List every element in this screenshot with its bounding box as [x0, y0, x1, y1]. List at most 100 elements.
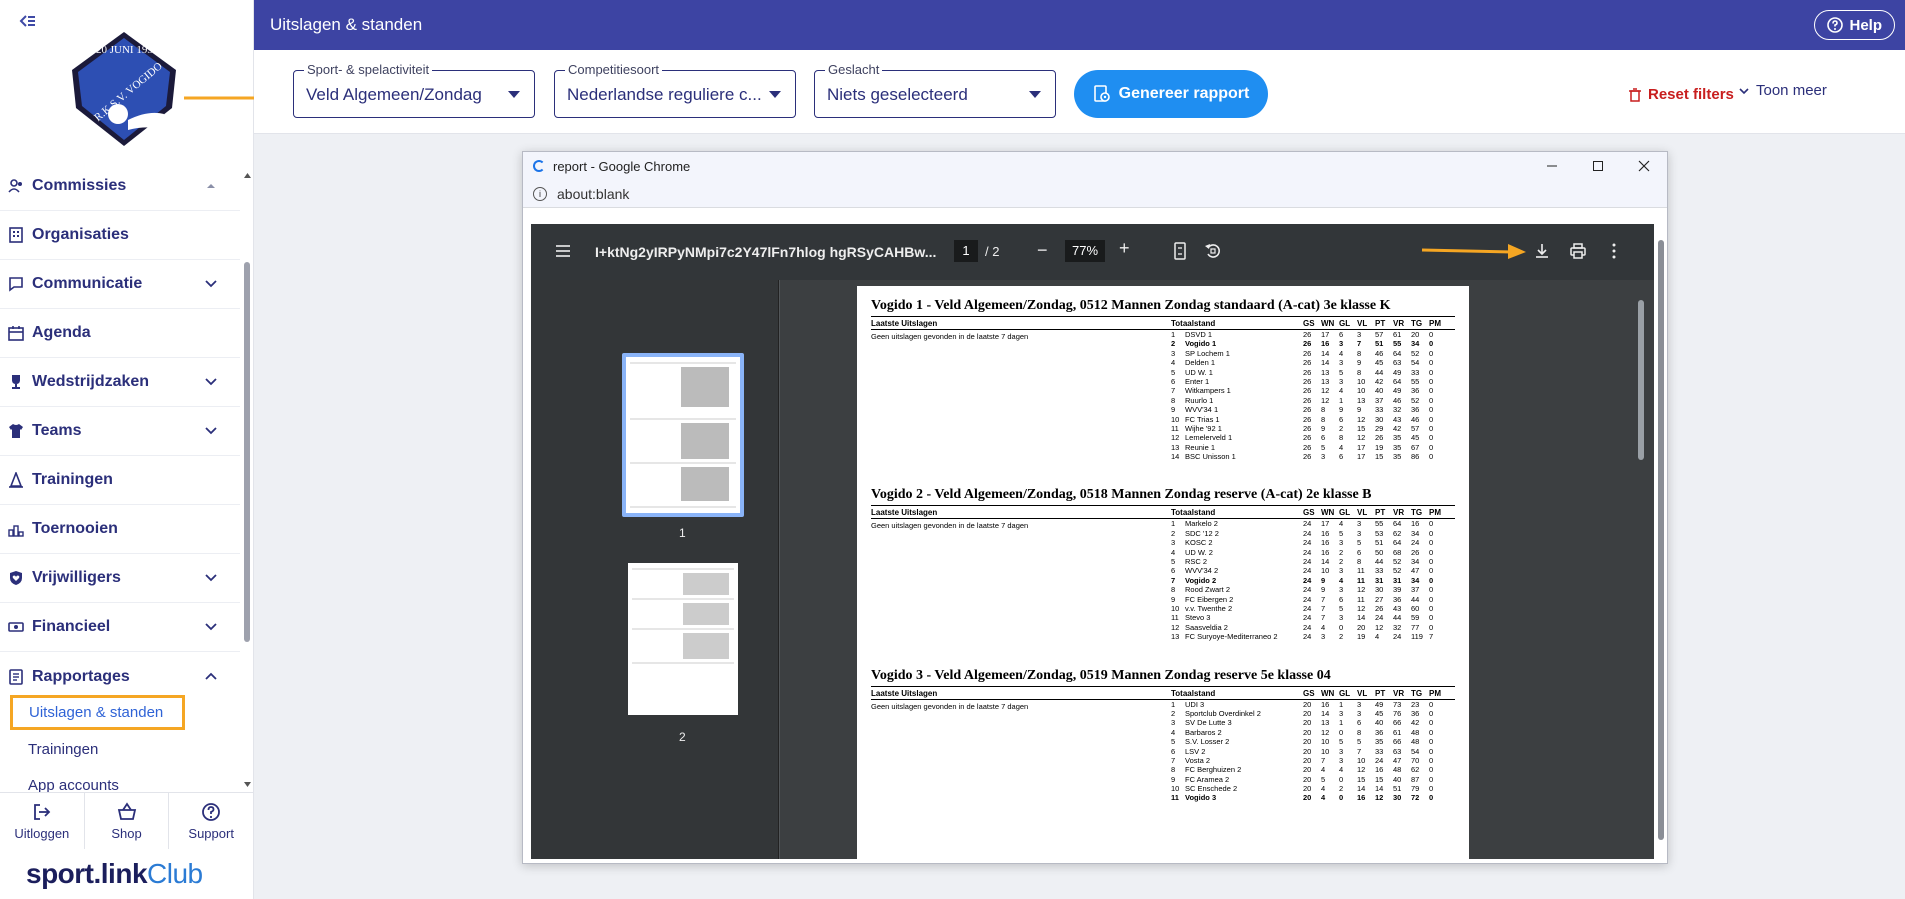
no-results-text: Geen uitslagen gevonden in de laatste 7 …: [871, 332, 1029, 341]
report-section-header: Laatste Uitslagen Totaalstand GS WN GL VL PT VR…: [871, 508, 1455, 520]
sidebar-item-vrijwilligers[interactable]: Vrijwilligers: [0, 554, 240, 603]
sidebar-item-rapportages[interactable]: Rapportages: [0, 652, 240, 701]
trash-icon: [1629, 87, 1641, 102]
window-scroll-thumb[interactable]: [1658, 240, 1664, 840]
sidebar-subitem-uitslagen-standen[interactable]: Uitslagen & standen: [10, 695, 185, 730]
more-vertical-icon[interactable]: [1605, 242, 1623, 260]
stat-cell: 17: [1357, 452, 1366, 462]
sidebar-item-trainingen[interactable]: Trainingen: [0, 456, 240, 505]
column-header: WN: [1321, 688, 1335, 698]
generate-report-button[interactable]: Genereer rapport: [1074, 70, 1268, 118]
pdf-viewer: I+ktNg2yIRPyNMpi7c2Y47lFn7hlog hgRSyCAHB…: [531, 224, 1654, 859]
stat-cell: 13: [1321, 367, 1330, 377]
standings-row: 12 Saasveldia 2 24 4 0 20 12 32 77 0: [1171, 623, 1455, 632]
column-header: VL: [1357, 319, 1368, 328]
page-total: / 2: [985, 244, 1000, 259]
stat-cell: 24: [1303, 613, 1312, 623]
standings-row: 1 Markelo 2 24 17 4 3 55 64 16 0: [1171, 519, 1455, 528]
stat-cell: 0: [1339, 774, 1344, 784]
pdf-page: Vogido 1 - Veld Algemeen/Zondag, 0512 Ma…: [857, 286, 1469, 859]
stat-cell: 0: [1429, 405, 1434, 415]
stat-cell: 14: [1321, 348, 1330, 358]
geslacht-select[interactable]: Geslacht Niets geselecteerd: [814, 62, 1056, 118]
stat-cell: 0: [1429, 793, 1434, 803]
rotate-icon[interactable]: [1204, 242, 1222, 260]
stat-cell: 4: [1339, 348, 1344, 358]
close-window-button[interactable]: [1621, 152, 1667, 180]
window-title-bar[interactable]: report - Google Chrome: [523, 152, 1667, 180]
total-standings-header: Totaalstand: [1171, 319, 1216, 328]
stat-cell: 66: [1393, 718, 1402, 728]
chevron-down-icon: [1739, 87, 1749, 94]
team-cell: SV De Lutte 3: [1185, 718, 1232, 728]
stat-cell: 46: [1375, 348, 1384, 358]
collapse-sidebar-icon[interactable]: [18, 12, 40, 34]
stat-cell: 24: [1303, 575, 1312, 585]
position-cell: 3: [1171, 538, 1176, 548]
sidebar-item-commissies[interactable]: Commissies: [0, 162, 240, 211]
sidebar-subitem-trainingen[interactable]: Trainingen: [0, 731, 98, 767]
sidebar-item-organisaties[interactable]: Organisaties: [0, 211, 240, 260]
stat-cell: 0: [1429, 547, 1434, 557]
pdf-scroll-thumb[interactable]: [1638, 300, 1644, 460]
stat-cell: 40: [1375, 386, 1384, 396]
page-thumbnail-1[interactable]: [626, 357, 740, 513]
standings-row: 12 Lemelerveld 1 26 6 8 12 26 35 45 0: [1171, 433, 1455, 442]
competitie-select[interactable]: Competitiesoort Nederlandse reguliere c.…: [554, 62, 796, 118]
zoom-out-button[interactable]: −: [1037, 240, 1048, 261]
geslacht-select-label: Geslacht: [825, 62, 883, 77]
shop-button[interactable]: Shop: [85, 793, 170, 849]
sidebar-item-financieel[interactable]: Financieel: [0, 603, 240, 652]
basket-icon: [117, 801, 136, 820]
maximize-button[interactable]: [1575, 152, 1621, 180]
show-more-label: Toon meer: [1756, 82, 1827, 99]
page-number-input[interactable]: 1: [954, 240, 978, 262]
zoom-in-button[interactable]: +: [1119, 238, 1130, 259]
sidebar-item-communicatie[interactable]: Communicatie: [0, 260, 240, 309]
help-button[interactable]: Help: [1814, 10, 1895, 40]
menu-icon[interactable]: [555, 244, 571, 258]
column-header: PM: [1429, 688, 1441, 698]
stat-cell: 19: [1357, 632, 1366, 642]
stat-cell: 12: [1357, 414, 1366, 424]
stat-cell: 11: [1357, 566, 1365, 576]
reset-filters-button[interactable]: Reset filters: [1628, 86, 1734, 103]
fit-page-icon[interactable]: [1171, 242, 1189, 260]
sidebar-scroll-thumb[interactable]: [244, 262, 250, 642]
total-standings-header: Totaalstand: [1171, 688, 1216, 698]
print-icon[interactable]: [1569, 242, 1587, 260]
sidebar-item-wedstrijdzaken[interactable]: Wedstrijdzaken: [0, 358, 240, 407]
stat-cell: 20: [1303, 765, 1312, 775]
position-cell: 4: [1171, 358, 1176, 368]
stat-cell: 54: [1411, 358, 1420, 368]
stat-cell: 24: [1303, 622, 1312, 632]
sidebar: 20 JUNI 1931 R.K.S.V. VOGIDO Commissies …: [0, 0, 280, 899]
show-more-button[interactable]: Toon meer: [1738, 82, 1827, 99]
stat-cell: 14: [1357, 784, 1366, 794]
pdf-document-view[interactable]: Vogido 1 - Veld Algemeen/Zondag, 0512 Ma…: [780, 280, 1654, 859]
stat-cell: 36: [1411, 405, 1420, 415]
download-icon[interactable]: [1533, 242, 1551, 260]
stat-cell: 26: [1303, 423, 1312, 433]
stat-cell: 0: [1429, 433, 1434, 443]
zoom-input[interactable]: 77%: [1065, 240, 1105, 262]
sidebar-item-teams[interactable]: Teams: [0, 407, 240, 456]
stat-cell: 12: [1357, 603, 1366, 613]
support-button[interactable]: Support: [169, 793, 253, 849]
stat-cell: 26: [1303, 452, 1312, 462]
sidebar-item-toernooien[interactable]: Toernooien: [0, 505, 240, 554]
stat-cell: 52: [1411, 348, 1420, 358]
minimize-button[interactable]: [1529, 152, 1575, 180]
address-bar[interactable]: i about:blank: [523, 180, 1667, 208]
sport-select[interactable]: Sport- & spelactiviteit Veld Algemeen/Zo…: [293, 62, 535, 118]
column-header: VR: [1393, 319, 1405, 328]
logout-button[interactable]: Uitloggen: [0, 793, 85, 849]
stat-cell: 3: [1339, 538, 1344, 548]
sidebar-item-agenda[interactable]: Agenda: [0, 309, 240, 358]
stat-cell: 16: [1357, 793, 1366, 803]
page-thumbnail-2[interactable]: [628, 563, 738, 715]
stat-cell: 24: [1303, 538, 1312, 548]
standings-row: 5 S.V. Losser 2 20 10 5 5 35 66 48 0: [1171, 737, 1455, 746]
standings-row: 14 BSC Unisson 1 26 3 6 17 15 35 86 0: [1171, 452, 1455, 461]
support-label: Support: [188, 825, 234, 841]
